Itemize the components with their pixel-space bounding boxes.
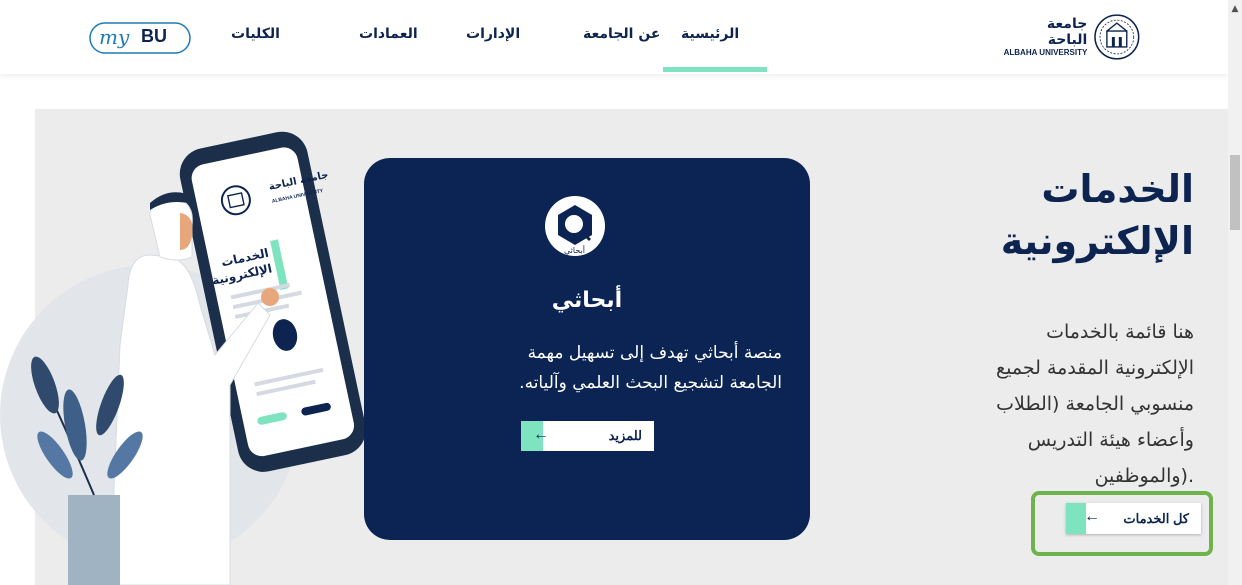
card-title: أبحاثي <box>551 288 623 313</box>
scroll-thumb[interactable] <box>1230 155 1240 230</box>
mybu-logo-icon: my BU <box>89 22 191 54</box>
university-logo[interactable]: جامعة الباحة ALBAHA UNIVERSITY <box>1003 9 1141 65</box>
university-emblem-icon <box>1094 14 1140 60</box>
nav-active-indicator <box>663 67 767 72</box>
logo-english-text: ALBAHA UNIVERSITY <box>1003 48 1088 57</box>
scroll-up-icon[interactable]: ▲ <box>1228 4 1242 14</box>
more-button-label: للمزيد <box>608 428 642 443</box>
more-button[interactable]: ← للمزيد <box>521 421 654 451</box>
section-title-line1: الخدمات <box>1041 167 1194 211</box>
section-description-line: هنا قائمة بالخدمات <box>1046 321 1194 343</box>
section-description-line: منسوبي الجامعة (الطلاب <box>996 393 1194 415</box>
research-magnifier-icon: أبحاثي <box>545 196 605 256</box>
mybu-my-text: my <box>99 25 130 49</box>
nav-home[interactable]: الرئيسية <box>681 26 739 42</box>
mybu-link[interactable]: my BU <box>89 20 191 56</box>
card-description: منصة أبحاثي تهدف إلى تسهيل مهمة .الجامعة… <box>380 338 782 398</box>
page-scrollbar[interactable]: ▲ <box>1228 0 1242 585</box>
all-services-button[interactable]: ← كل الخدمات <box>1066 503 1201 534</box>
research-icon-label: أبحاثي <box>564 245 585 255</box>
section-description-line: والموظفين). <box>1094 465 1194 487</box>
arrow-left-icon: ← <box>1084 508 1100 525</box>
man-with-phone-illustration: جامعة الباحة ALBAHA UNIVERSITY الخدمات ا… <box>0 131 366 585</box>
all-services-accent <box>1066 503 1086 534</box>
nav-deanships[interactable]: العمادات <box>359 26 418 42</box>
site-header: جامعة الباحة ALBAHA UNIVERSITY الرئيسية … <box>0 0 1228 74</box>
section-title-line2: الإلكترونية <box>1000 219 1194 263</box>
nav-about[interactable]: عن الجامعة <box>583 26 661 42</box>
arrow-left-icon: ← <box>533 426 549 443</box>
nav-departments[interactable]: الإدارات <box>466 26 520 42</box>
section-title: الخدمات الإلكترونية <box>940 163 1194 267</box>
section-description-line: وأعضاء هيئة التدريس <box>1027 429 1194 451</box>
section-description-line: الإلكترونية المقدمة لجميع <box>996 357 1194 379</box>
card-description-line: .الجامعة لتشجيع البحث العلمي وآلياته <box>519 373 782 393</box>
all-services-label: كل الخدمات <box>1123 511 1189 526</box>
section-description: هنا قائمة بالخدمات الإلكترونية المقدمة ل… <box>920 314 1194 494</box>
nav-colleges[interactable]: الكليات <box>231 26 280 42</box>
logo-arabic-text: جامعة الباحة <box>1046 16 1088 48</box>
card-description-line: منصة أبحاثي تهدف إلى تسهيل مهمة <box>527 343 782 363</box>
mybu-bu-text: BU <box>141 26 167 46</box>
